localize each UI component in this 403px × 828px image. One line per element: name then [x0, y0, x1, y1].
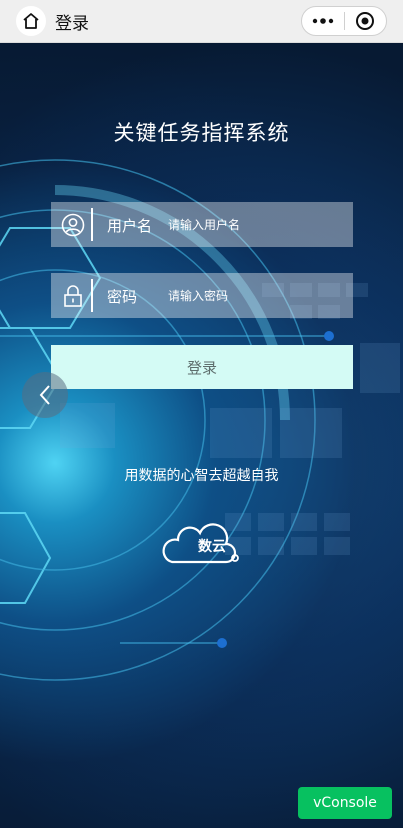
- more-button[interactable]: [302, 7, 344, 35]
- close-program-button[interactable]: [345, 7, 386, 35]
- login-button[interactable]: 登录: [51, 345, 353, 389]
- mini-program-capsule: [301, 6, 387, 36]
- more-dots-icon: [312, 18, 334, 24]
- user-icon: [59, 211, 87, 239]
- chevron-left-icon: [39, 385, 50, 405]
- home-icon: [23, 13, 39, 29]
- password-field[interactable]: 密码: [51, 273, 353, 318]
- username-input[interactable]: [168, 212, 343, 237]
- back-button[interactable]: [22, 372, 68, 418]
- home-button[interactable]: [16, 6, 46, 36]
- logo-text: 数云: [198, 539, 226, 555]
- password-input[interactable]: [168, 283, 343, 308]
- shuyun-logo: 数云: [160, 520, 244, 568]
- field-separator: [91, 208, 93, 241]
- top-navigation-bar: 登录: [0, 0, 403, 43]
- lock-icon: [59, 282, 87, 310]
- page-title: 登录: [55, 14, 89, 34]
- app-title: 关键任务指挥系统: [113, 121, 290, 145]
- username-field[interactable]: 用户名: [51, 202, 353, 247]
- target-circle-icon: [356, 12, 375, 30]
- background-artwork: [0, 43, 403, 828]
- username-label: 用户名: [107, 217, 153, 235]
- password-label: 密码: [107, 288, 138, 306]
- field-separator: [91, 279, 93, 312]
- slogan-text: 用数据的心智去超越自我: [124, 468, 279, 484]
- vconsole-button[interactable]: vConsole: [298, 787, 392, 819]
